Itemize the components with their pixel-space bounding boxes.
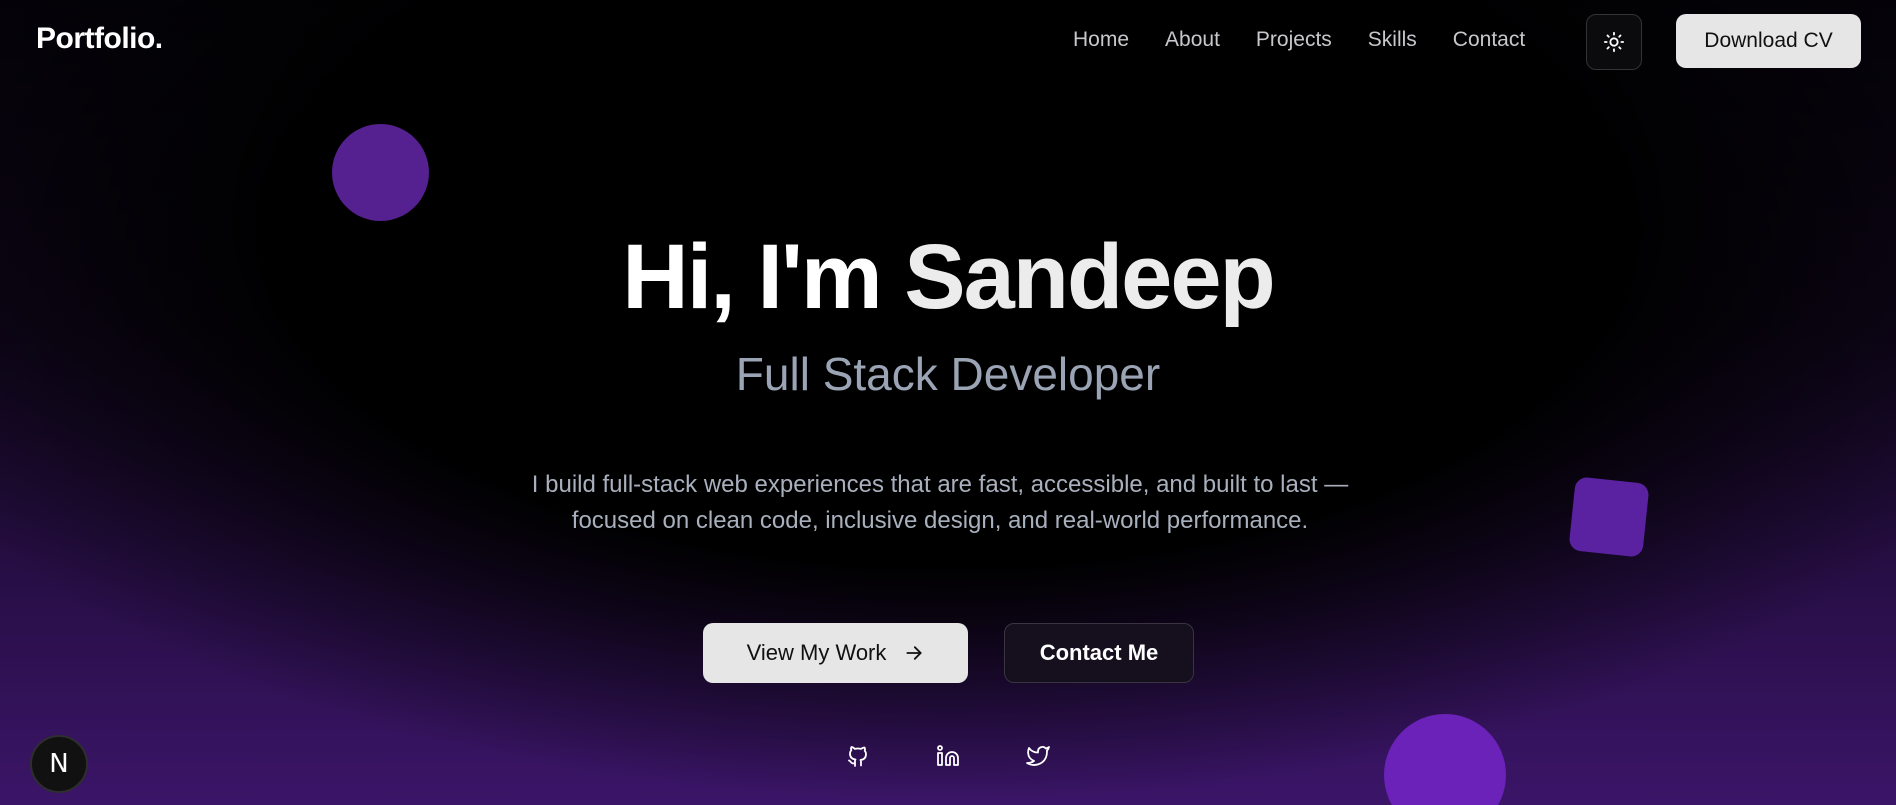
nav-link-projects[interactable]: Projects: [1256, 28, 1332, 52]
hero-greeting: Hi, I'm: [622, 226, 882, 328]
hero-name: Sandeep: [904, 226, 1276, 328]
linkedin-icon: [937, 745, 959, 766]
twitter-icon: [1026, 746, 1050, 766]
nav-link-skills[interactable]: Skills: [1368, 28, 1417, 52]
view-my-work-button[interactable]: View My Work: [703, 623, 968, 683]
contact-me-button[interactable]: Contact Me: [1004, 623, 1194, 683]
arrow-right-icon: [906, 646, 922, 660]
nav-link-about[interactable]: About: [1165, 28, 1220, 52]
view-my-work-label: View My Work: [746, 640, 887, 665]
decorative-circle-bottom: [1384, 714, 1506, 805]
nextjs-icon[interactable]: N: [30, 735, 88, 793]
social-links: [846, 744, 1050, 768]
sun-icon: [1603, 31, 1625, 53]
twitter-link[interactable]: [1026, 744, 1050, 768]
linkedin-link[interactable]: [936, 744, 960, 768]
decorative-square: [1568, 476, 1650, 558]
decorative-circle-top: [332, 124, 429, 221]
cta-row: View My Work Contact Me: [703, 623, 1194, 683]
theme-toggle-button[interactable]: [1586, 14, 1642, 70]
hero-title: Hi, I'm Sandeep: [0, 225, 1896, 330]
nav-link-contact[interactable]: Contact: [1453, 28, 1525, 52]
github-link[interactable]: [846, 744, 870, 768]
hero-role: Full Stack Developer: [735, 348, 1161, 400]
nav-links: Home About Projects Skills Contact: [1073, 28, 1525, 52]
page: Portfolio. Home About Projects Skills Co…: [0, 0, 1896, 805]
navbar: Portfolio. Home About Projects Skills Co…: [0, 0, 1896, 82]
github-icon: [848, 746, 867, 767]
download-cv-button[interactable]: Download CV: [1676, 14, 1861, 68]
nextjs-badge-label: N: [49, 749, 69, 779]
hero-description: I build full-stack web experiences that …: [531, 471, 1349, 534]
brand-logo[interactable]: Portfolio.: [36, 22, 163, 56]
nav-link-home[interactable]: Home: [1073, 28, 1129, 52]
